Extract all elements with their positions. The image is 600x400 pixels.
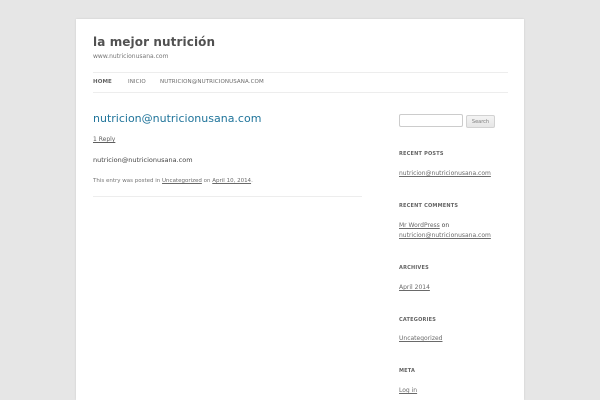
recent-comment: Mr WordPress on [399, 222, 449, 229]
recent-posts-title: RECENT POSTS [399, 151, 444, 157]
post-content: nutricion@nutricionusana.com [93, 156, 193, 164]
recent-post-link[interactable]: nutricion@nutricionusana.com [399, 170, 491, 177]
meta-suffix: . [251, 178, 253, 184]
main-navigation: HOME INICIO NUTRICION@NUTRICIONUSANA.COM [93, 72, 508, 93]
nav-item-inicio[interactable]: INICIO [128, 79, 146, 85]
comment-post-link[interactable]: nutricion@nutricionusana.com [399, 232, 491, 239]
date-link[interactable]: April 10, 2014 [212, 178, 251, 184]
page-container: la mejor nutrición www.nutricionusana.co… [76, 19, 524, 400]
post-divider [93, 196, 362, 197]
meta-on: on [201, 178, 213, 184]
post-meta: This entry was posted in Uncategorized o… [93, 178, 253, 184]
site-title[interactable]: la mejor nutrición [93, 35, 215, 49]
search-input[interactable] [399, 114, 463, 127]
post-title[interactable]: nutricion@nutricionusana.com [93, 112, 261, 125]
category-widget-link[interactable]: Uncategorized [399, 335, 442, 342]
categories-title: CATEGORIES [399, 317, 437, 323]
comment-on-text: on [439, 222, 450, 229]
recent-comments-title: RECENT COMMENTS [399, 203, 459, 209]
reply-link[interactable]: 1 Reply [93, 136, 115, 143]
nav-item-home[interactable]: HOME [93, 79, 112, 85]
meta-prefix: This entry was posted in [93, 178, 163, 184]
search-button[interactable]: Search [466, 115, 495, 128]
archives-title: ARCHIVES [399, 265, 429, 271]
category-link[interactable]: Uncategorized [162, 178, 202, 184]
meta-title: META [399, 368, 416, 374]
archive-link[interactable]: April 2014 [399, 284, 430, 291]
nav-item-nutricion[interactable]: NUTRICION@NUTRICIONUSANA.COM [160, 79, 264, 85]
login-link[interactable]: Log in [399, 387, 417, 394]
site-description: www.nutricionusana.com [93, 53, 169, 60]
comment-author-link[interactable]: Mr WordPress [399, 222, 440, 229]
